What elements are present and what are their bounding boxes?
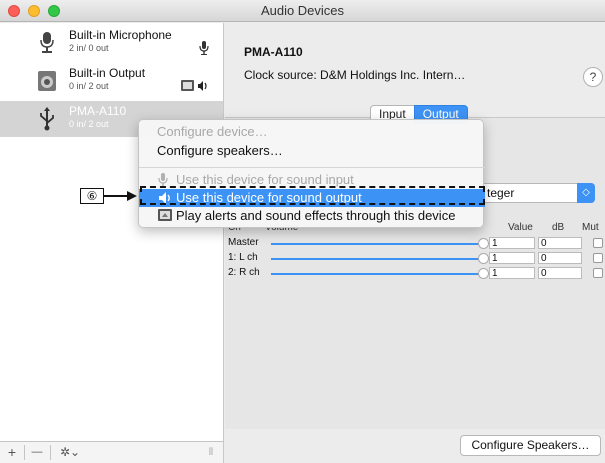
title-bar: Audio Devices bbox=[0, 0, 605, 22]
menu-item-label: Configure speakers… bbox=[157, 143, 283, 158]
callout-number: ⑥ bbox=[80, 188, 104, 204]
menu-separator bbox=[139, 167, 485, 168]
device-title: PMA-A110 bbox=[244, 45, 303, 59]
db-field[interactable]: 0 bbox=[538, 237, 582, 249]
db-field[interactable]: 0 bbox=[538, 252, 582, 264]
volume-slider-track[interactable] bbox=[271, 273, 482, 275]
menu-item-configure-device[interactable]: Configure device… bbox=[139, 123, 485, 141]
device-item-built-in-output[interactable]: Built-in Output 0 in/ 2 out bbox=[0, 63, 223, 99]
table-row: 1: L ch 1 0 bbox=[225, 252, 605, 265]
table-row: 2: R ch 1 0 bbox=[225, 267, 605, 280]
input-default-mic-icon bbox=[199, 41, 209, 55]
column-header-db: dB bbox=[552, 222, 565, 233]
toolbar-divider bbox=[24, 445, 25, 460]
mute-checkbox[interactable] bbox=[593, 238, 603, 248]
channel-label: 1: L ch bbox=[228, 252, 258, 263]
sidebar-toolbar: + — ✲⌄ ⫴ bbox=[0, 441, 224, 463]
channel-label: 2: R ch bbox=[228, 267, 260, 278]
menu-item-label: Play alerts and sound effects through th… bbox=[176, 208, 456, 223]
device-detail-panel: PMA-A110 Clock source: D&M Holdings Inc.… bbox=[225, 23, 605, 463]
volume-slider-track[interactable] bbox=[271, 243, 482, 245]
device-name: Built-in Microphone bbox=[69, 28, 172, 42]
mute-checkbox[interactable] bbox=[593, 268, 603, 278]
db-field[interactable]: 0 bbox=[538, 267, 582, 279]
remove-device-button[interactable]: — bbox=[28, 444, 46, 461]
column-header-mute: Mut bbox=[582, 222, 599, 233]
resize-handle-icon[interactable]: ⫴ bbox=[205, 444, 217, 461]
table-row: Master 1 0 bbox=[225, 237, 605, 250]
device-name: PMA-A110 bbox=[69, 104, 127, 118]
alert-screen-icon bbox=[158, 209, 172, 221]
device-channels: 0 in/ 2 out bbox=[69, 81, 109, 91]
speaker-device-icon bbox=[38, 71, 56, 91]
callout-arrow-head bbox=[127, 191, 137, 201]
minimize-window-button[interactable] bbox=[28, 5, 40, 17]
usb-device-icon bbox=[40, 107, 54, 131]
window-title: Audio Devices bbox=[260, 3, 345, 18]
zoom-window-button[interactable] bbox=[48, 5, 60, 17]
microphone-device-icon bbox=[40, 32, 54, 53]
menu-item-label: Use this device for sound output bbox=[176, 190, 362, 205]
column-header-value: Value bbox=[508, 222, 533, 233]
chevron-up-down-icon: ◇ bbox=[577, 183, 595, 203]
audio-devices-window: Audio Devices Built-in Microphone 2 in/ … bbox=[0, 0, 605, 463]
volume-slider-knob[interactable] bbox=[478, 238, 489, 249]
menu-item-configure-speakers[interactable]: Configure speakers… bbox=[139, 142, 485, 160]
menu-item-use-for-output[interactable]: Use this device for sound output bbox=[139, 189, 485, 207]
menu-item-play-alerts[interactable]: Play alerts and sound effects through th… bbox=[139, 207, 485, 225]
configure-speakers-button[interactable]: Configure Speakers… bbox=[460, 435, 601, 456]
device-context-menu: Configure device… Configure speakers… Us… bbox=[138, 119, 485, 228]
clock-source[interactable]: Clock source: D&M Holdings Inc. Intern… bbox=[244, 68, 465, 82]
microphone-icon bbox=[158, 173, 168, 186]
format-select-value: teger bbox=[487, 186, 515, 200]
device-channels: 0 in/ 2 out bbox=[69, 119, 109, 129]
speaker-icon bbox=[159, 192, 170, 204]
device-list: Built-in Microphone 2 in/ 0 out Built-in… bbox=[0, 23, 224, 441]
value-field[interactable]: 1 bbox=[489, 252, 535, 264]
menu-item-label: Use this device for sound input bbox=[176, 172, 354, 187]
value-field[interactable]: 1 bbox=[489, 267, 535, 279]
menu-item-label: Configure device… bbox=[157, 124, 268, 139]
menu-item-use-for-input[interactable]: Use this device for sound input bbox=[139, 171, 485, 189]
close-window-button[interactable] bbox=[8, 5, 20, 17]
toolbar-divider bbox=[50, 445, 51, 460]
device-item-built-in-microphone[interactable]: Built-in Microphone 2 in/ 0 out bbox=[0, 25, 223, 61]
alert-and-output-default-icons bbox=[181, 80, 207, 91]
help-button[interactable]: ? bbox=[583, 67, 603, 87]
mute-checkbox[interactable] bbox=[593, 253, 603, 263]
settings-gear-button[interactable]: ✲⌄ bbox=[55, 444, 85, 461]
channel-label: Master bbox=[228, 237, 259, 248]
add-device-button[interactable]: + bbox=[4, 444, 20, 461]
device-name: Built-in Output bbox=[69, 66, 146, 80]
value-field[interactable]: 1 bbox=[489, 237, 535, 249]
format-select[interactable]: teger ◇ bbox=[480, 183, 595, 203]
volume-slider-knob[interactable] bbox=[478, 268, 489, 279]
volume-slider-track[interactable] bbox=[271, 258, 482, 260]
device-channels: 2 in/ 0 out bbox=[69, 43, 109, 53]
volume-slider-knob[interactable] bbox=[478, 253, 489, 264]
